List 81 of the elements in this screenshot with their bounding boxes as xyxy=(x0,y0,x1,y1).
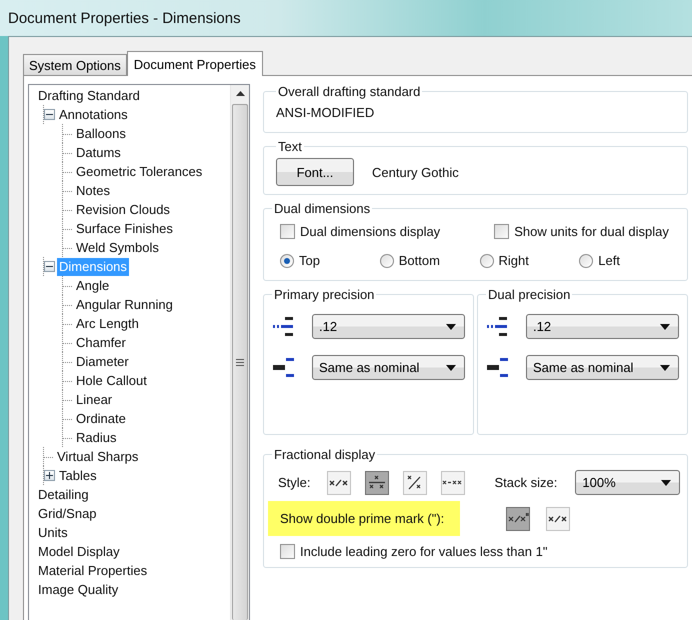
group-label: Overall drafting standard xyxy=(277,84,422,99)
tree-item[interactable]: Balloons xyxy=(74,124,128,142)
double-prime-button[interactable] xyxy=(546,506,570,530)
fraction-style-button[interactable] xyxy=(364,470,389,494)
tree-item[interactable]: Annotations xyxy=(57,106,130,124)
radio-button[interactable] xyxy=(579,254,594,268)
fraction-style-button[interactable] xyxy=(402,470,427,494)
caret-icon xyxy=(446,324,456,330)
caret-icon xyxy=(661,480,672,486)
tree-item[interactable]: Radius xyxy=(74,428,118,446)
window-title: Document Properties - Dimensions xyxy=(8,10,241,26)
tree-item[interactable]: Geometric Tolerances xyxy=(74,162,204,180)
tree-item[interactable]: Angle xyxy=(74,276,112,294)
tree-item[interactable]: Grid/Snap xyxy=(36,504,99,522)
tree-item[interactable]: Hole Callout xyxy=(74,372,149,390)
double-prime-label: Show double prime mark ("): xyxy=(268,501,460,536)
tree-item[interactable]: Datums xyxy=(74,144,123,162)
tree-item[interactable]: Image Quality xyxy=(36,580,120,598)
group-label: Primary precision xyxy=(273,287,376,302)
scrollbar[interactable] xyxy=(230,85,249,620)
radio-label: Right xyxy=(498,253,529,268)
caret-icon xyxy=(660,364,670,370)
tree-item[interactable]: Notes xyxy=(74,182,112,200)
tree-item[interactable]: Angular Running xyxy=(74,296,175,314)
font-button[interactable]: Font... xyxy=(276,158,354,186)
checkbox[interactable] xyxy=(280,224,295,239)
tolerance-dropdown[interactable]: Same as nominal xyxy=(312,355,465,380)
radio-button[interactable] xyxy=(380,254,394,268)
group-label: Dual precision xyxy=(487,287,572,302)
tree-item[interactable]: Surface Finishes xyxy=(74,220,175,238)
group-label: Dual dimensions xyxy=(273,201,372,216)
expander-icon[interactable] xyxy=(44,470,55,481)
precision-dropdown[interactable]: .12 xyxy=(312,314,465,339)
precision-dropdown[interactable]: .12 xyxy=(526,314,679,339)
style-label: Style: xyxy=(278,475,311,490)
radio-label: Left xyxy=(598,253,620,268)
tree-item[interactable]: Virtual Sharps xyxy=(55,448,140,466)
radio-button[interactable] xyxy=(480,254,494,268)
tolerance-icon xyxy=(486,356,510,378)
checkbox[interactable] xyxy=(280,544,295,559)
caret-icon xyxy=(660,324,670,330)
tree-item[interactable]: Chamfer xyxy=(74,334,128,352)
tolerance-icon xyxy=(272,356,296,378)
grip-icon xyxy=(236,359,244,366)
tree-item[interactable]: Revision Clouds xyxy=(74,200,172,218)
tree-item[interactable]: Model Display xyxy=(36,542,122,560)
tree-item[interactable]: Diameter xyxy=(74,352,131,370)
radio-label: Bottom xyxy=(398,253,440,268)
checkbox-label: Dual dimensions display xyxy=(300,224,440,239)
precision-icon xyxy=(486,316,510,338)
fraction-style-button[interactable] xyxy=(326,470,351,494)
tree-item[interactable]: Units xyxy=(36,524,70,542)
tree-item[interactable]: Ordinate xyxy=(74,410,128,428)
expander-icon[interactable] xyxy=(44,109,55,120)
radio-label: Top xyxy=(299,253,320,268)
group-label: Text xyxy=(277,139,303,154)
expander-icon[interactable] xyxy=(44,261,55,272)
double-prime-button[interactable] xyxy=(506,506,530,530)
stack-size-label: Stack size: xyxy=(494,475,558,490)
checkbox-label: Include leading zero for values less than 1" xyxy=(300,544,548,559)
tree-item[interactable]: Arc Length xyxy=(74,314,141,332)
precision-icon xyxy=(272,316,296,338)
checkbox[interactable] xyxy=(494,224,510,239)
stack-size-dropdown[interactable]: 100% xyxy=(575,470,680,495)
tab[interactable]: Document Properties xyxy=(126,51,263,76)
tree-item[interactable]: Tables xyxy=(57,466,99,484)
radio-button[interactable] xyxy=(280,254,294,268)
tree-item[interactable]: Material Properties xyxy=(36,562,150,580)
font-name: Century Gothic xyxy=(372,164,459,180)
fraction-style-button[interactable] xyxy=(440,470,465,494)
checkbox-label: Show units for dual display xyxy=(514,224,669,239)
tree-item[interactable]: Drafting Standard xyxy=(36,86,142,104)
up-arrow-icon xyxy=(236,91,244,96)
tab[interactable]: System Options xyxy=(23,54,127,75)
caret-icon xyxy=(446,364,456,370)
standard-value: ANSI-MODIFIED xyxy=(276,105,376,120)
tree-item[interactable]: Linear xyxy=(74,390,114,408)
tree-item[interactable]: Detailing xyxy=(36,486,91,504)
tolerance-dropdown[interactable]: Same as nominal xyxy=(526,355,679,380)
group-label: Fractional display xyxy=(273,447,376,462)
tree-item[interactable]: Weld Symbols xyxy=(74,238,161,256)
